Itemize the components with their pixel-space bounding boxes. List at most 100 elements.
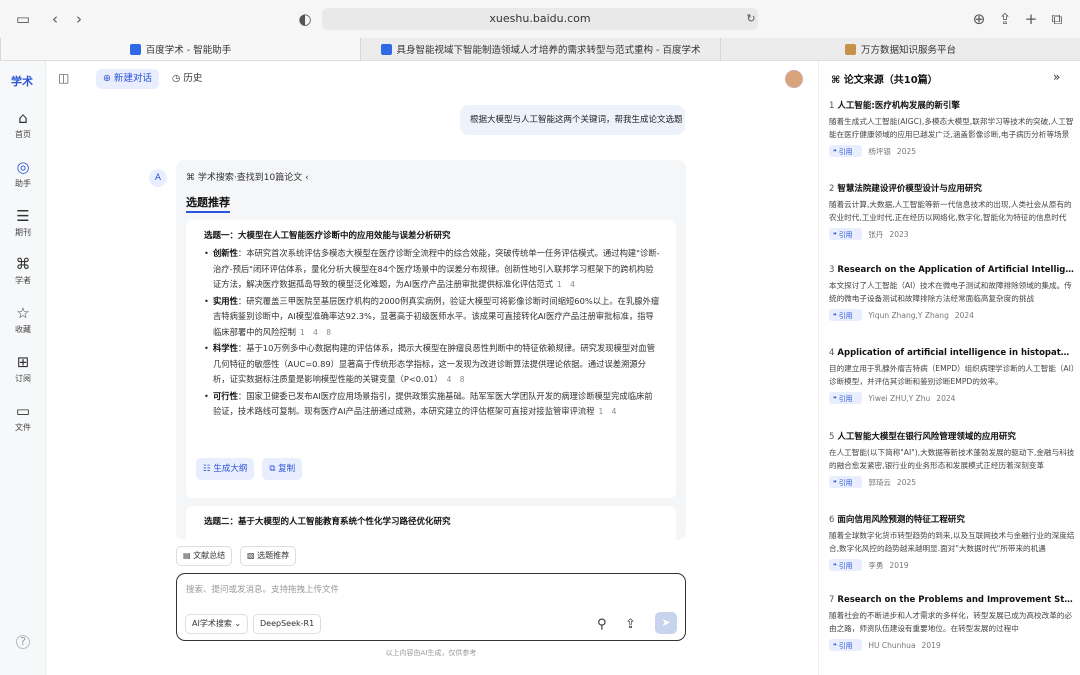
source-title[interactable]: Application of artificial intelligence i…	[837, 348, 1075, 358]
search-status[interactable]: ⌘ 学术搜索·查找到10篇论文 ‹	[186, 170, 309, 183]
topic-recommend-button[interactable]: ▧ 选题推荐	[240, 546, 297, 566]
logo: 学术	[11, 75, 33, 88]
link-icon[interactable]: ⚲	[597, 617, 607, 632]
generate-outline-button[interactable]: ☷ 生成大纲	[196, 458, 255, 480]
citation-refs[interactable]: 1 4 8	[300, 328, 334, 337]
source-title[interactable]: 智慧法院建设评价模型设计与应用研究	[837, 184, 982, 194]
sidebar-icon[interactable]: ▭	[14, 10, 32, 28]
cite-button[interactable]: ❝ 引用	[829, 228, 863, 240]
source-item[interactable]: 2 智慧法院建设评价模型设计与应用研究 随着云计算,大数据,人工智能等新一代信息技…	[829, 182, 1075, 240]
browser-tab[interactable]: 万方数据知识服务平台	[720, 38, 1080, 60]
new-chat-button[interactable]: ⊕ 新建对话	[96, 69, 159, 89]
answer-actions: ☷ 生成大纲 ⧉ 复制	[196, 458, 303, 480]
send-button[interactable]: ➤	[655, 612, 677, 634]
graduation-cap-icon: ⌘	[186, 173, 195, 183]
citation-refs[interactable]: 1 4	[557, 280, 578, 289]
subscribe-icon: ⊞	[16, 353, 30, 371]
source-item[interactable]: 4 Application of artificial intelligence …	[829, 348, 1075, 404]
copy-button[interactable]: ⧉ 复制	[262, 458, 303, 480]
cite-button[interactable]: ❝ 引用	[829, 309, 863, 321]
tab-bar: 百度学术 - 智能助手 具身智能视域下智能制造领域人才培养的需求转型与范式重构 …	[0, 38, 1080, 61]
source-title[interactable]: 面向信用风险预测的特征工程研究	[837, 515, 965, 525]
topic-point: 创新性：本研究首次系统评估多模态大模型在医疗诊断全流程中的综合效能，突破传统单一…	[204, 246, 660, 293]
rail-home[interactable]: ⌂ 首页	[0, 109, 46, 140]
new-tab-icon[interactable]: +	[1022, 10, 1040, 28]
source-excerpt: 在人工智能(以下简称"AI"),大数据等新技术蓬勃发展的驱动下,金融与科技的融合…	[829, 448, 1075, 470]
rail-files[interactable]: ▭ 文件	[0, 402, 46, 433]
source-item[interactable]: 6 面向信用风险预测的特征工程研究 随着全球数字化货币转型趋势的到来,以及互联网技…	[829, 513, 1075, 571]
rail-assistant[interactable]: ◎ 助手	[0, 158, 46, 189]
source-title[interactable]: 人工智能大模型在银行风险管理领域的应用研究	[837, 432, 1016, 442]
source-excerpt: 随着社会的不断进步和人才需求的多样化，转型发展已成为高校改革的必由之路，师资队伍…	[829, 611, 1072, 633]
wanfang-icon	[844, 43, 856, 55]
topic-point: 科学性：基于10万例多中心数据构建的评估体系，揭示大模型在肿瘤良恶性判断中的特征…	[204, 341, 660, 388]
source-excerpt: 随着生成式人工智能(AIGC),多模态大模型,联邦学习等技术的突破,人工智能在医…	[829, 117, 1074, 139]
assistant-icon: ◎	[16, 158, 30, 176]
avatar[interactable]	[785, 70, 803, 88]
topic-card: 选题一：大模型在人工智能医疗诊断中的应用效能与误差分析研究 创新性：本研究首次系…	[186, 220, 676, 498]
rail-subscriptions[interactable]: ⊞ 订阅	[0, 353, 46, 384]
source-item[interactable]: 5 人工智能大模型在银行风险管理领域的应用研究 在人工智能(以下简称"AI"),大…	[829, 430, 1075, 488]
history-button[interactable]: ◷ 历史	[172, 69, 202, 89]
rail-favorites[interactable]: ☆ 收藏	[0, 304, 46, 335]
reload-icon[interactable]: ↻	[742, 10, 760, 28]
app: 学术 ⌂ 首页 ◎ 助手 ☰ 期刊 ⌘ 学者 ☆ 收藏 ⊞ 订阅 ▭ 文件 ? ◫ ⊕ 新建对…	[0, 61, 1080, 675]
source-excerpt: 随着云计算,大数据,人工智能等新一代信息技术的出现,人类社会从原有的农业时代,工…	[829, 200, 1072, 222]
source-item[interactable]: 3 Research on the Application of Artifici…	[829, 265, 1075, 321]
star-icon: ☆	[16, 304, 30, 322]
topic-point: 实用性：研究覆盖三甲医院至基层医疗机构的2000例真实病例，验证大模型可将影像诊…	[204, 294, 660, 341]
upload-icon[interactable]: ⇪	[625, 617, 636, 632]
source-title[interactable]: Research on the Application of Artificia…	[837, 265, 1075, 275]
citation-refs[interactable]: 1 4	[599, 407, 620, 416]
left-rail: 学术 ⌂ 首页 ◎ 助手 ☰ 期刊 ⌘ 学者 ☆ 收藏 ⊞ 订阅 ▭ 文件 ?	[0, 61, 46, 675]
cite-button[interactable]: ❝ 引用	[829, 476, 863, 488]
topic-title: 选题一：大模型在人工智能医疗诊断中的应用效能与误差分析研究	[204, 231, 451, 241]
topic-title: 选题二：基于大模型的人工智能教育系统个性化学习路径优化研究	[204, 517, 451, 527]
address-bar[interactable]: xueshu.baidu.com	[322, 8, 758, 30]
search-mode-select[interactable]: AI学术搜索 ⌄	[185, 614, 249, 634]
source-excerpt: 随着全球数字化货币转型趋势的到来,以及互联网技术与金融行业的深度结合,数字化风控…	[829, 531, 1075, 553]
user-message: 根据大模型与人工智能这两个关键词，帮我生成论文选题	[460, 105, 685, 135]
rail-scholars[interactable]: ⌘ 学者	[0, 255, 46, 286]
source-item[interactable]: 1 人工智能:医疗机构发展的新引擎 随着生成式人工智能(AIGC),多模态大模型,…	[829, 99, 1075, 157]
shield-icon[interactable]: ◐	[296, 10, 314, 28]
source-title[interactable]: 人工智能:医疗机构发展的新引擎	[837, 101, 959, 111]
folder-icon: ▭	[15, 402, 31, 420]
model-select[interactable]: DeepSeek-R1	[253, 614, 322, 634]
home-icon: ⌂	[18, 109, 28, 127]
source-title[interactable]: Research on the Problems and Improvement…	[837, 595, 1075, 605]
cite-button[interactable]: ❝ 引用	[829, 639, 863, 651]
browser-tab[interactable]: 百度学术 - 智能助手	[0, 38, 360, 60]
baidu-icon	[129, 43, 141, 55]
download-icon[interactable]: ⊕	[970, 10, 988, 28]
citation-refs[interactable]: 4 8	[447, 375, 468, 384]
help-icon[interactable]: ?	[16, 635, 30, 649]
cite-button[interactable]: ❝ 引用	[829, 392, 863, 404]
share-icon[interactable]: ⇪	[996, 10, 1014, 28]
cite-button[interactable]: ❝ 引用	[829, 145, 863, 157]
chat-input[interactable]: 搜索、提问或发消息。支持拖拽上传文件	[186, 583, 339, 595]
graduation-cap-icon: ⌘	[831, 75, 841, 86]
send-icon: ➤	[661, 616, 671, 629]
back-icon[interactable]: ‹	[46, 10, 64, 28]
section-title: 选题推荐	[186, 194, 230, 213]
sources-panel: ⌘ 论文来源（共10篇） » 1 人工智能:医疗机构发展的新引擎 随着生成式人工智…	[818, 61, 1080, 675]
forward-icon[interactable]: ›	[70, 10, 88, 28]
browser-tab[interactable]: 具身智能视域下智能制造领域人才培养的需求转型与范式重构 - 百度学术	[360, 38, 720, 60]
disclaimer: 以上内容由AI生成，仅供参考	[385, 649, 477, 657]
chat-topbar: ◫ ⊕ 新建对话 ◷ 历史	[46, 61, 818, 97]
cite-button[interactable]: ❝ 引用	[829, 559, 863, 571]
source-excerpt: 目的建立用于乳腺外瘤吉特病（EMPD）组织病理学诊断的人工智能（AI）诊断模型，…	[829, 364, 1075, 386]
chat-input-box: 搜索、提问或发消息。支持拖拽上传文件 AI学术搜索 ⌄ DeepSeek-R1 …	[176, 573, 686, 641]
baidu-icon	[380, 43, 392, 55]
sidebar-toggle-icon[interactable]: ◫	[58, 71, 69, 85]
doc-summary-button[interactable]: ▤ 文献总结	[176, 546, 233, 566]
chevron-left-icon: ‹	[305, 173, 309, 183]
topic-points: 创新性：本研究首次系统评估多模态大模型在医疗诊断全流程中的综合效能，突破传统单一…	[204, 246, 660, 420]
rail-journals[interactable]: ☰ 期刊	[0, 207, 46, 238]
journal-icon: ☰	[16, 207, 30, 225]
source-item[interactable]: 7 Research on the Problems and Improvemen…	[829, 595, 1075, 651]
topic-point: 可行性：国家卫健委已发布AI医疗应用场景指引，提供政策实施基础。陆军军医大学团队…	[204, 389, 660, 420]
tab-overview-icon[interactable]: ⧉	[1048, 10, 1066, 28]
collapse-icon[interactable]: »	[1053, 70, 1060, 84]
